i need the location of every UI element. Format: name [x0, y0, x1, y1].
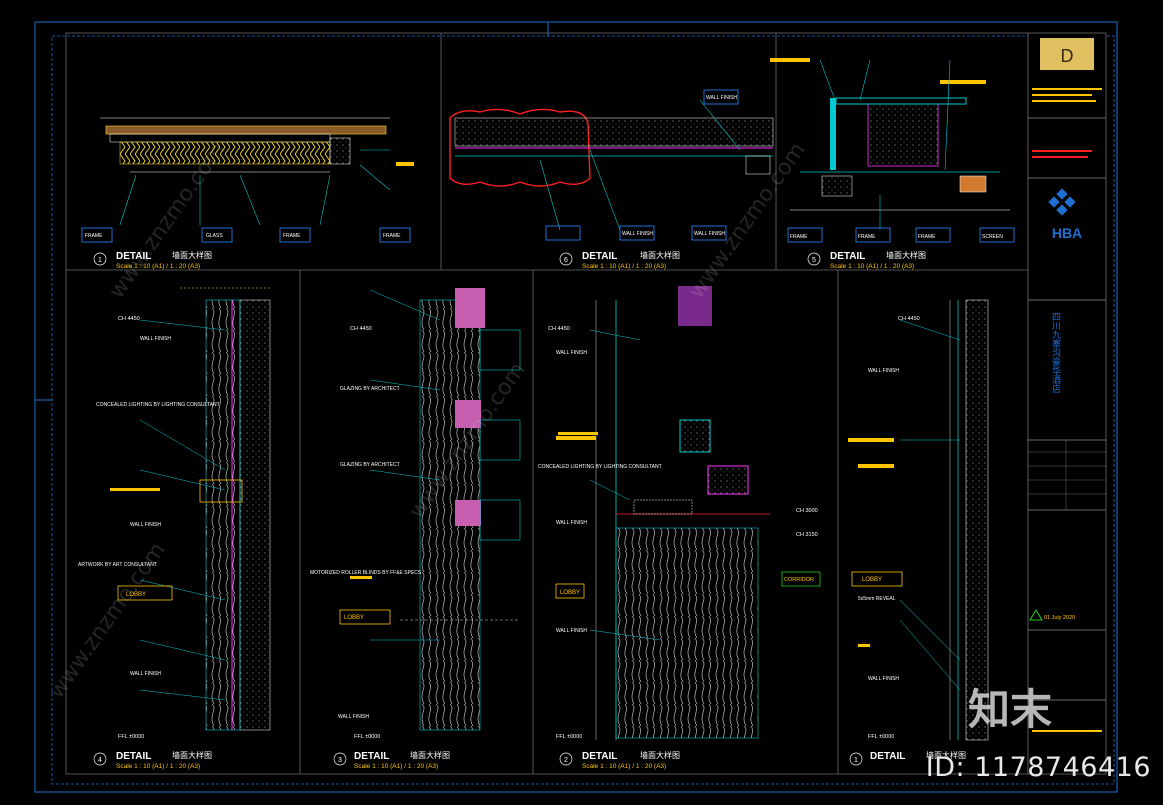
detail-1-tags [81, 227, 411, 243]
room-tag: CORRIDOR [784, 577, 814, 583]
detail-title: DETAIL [870, 751, 905, 762]
detail-title-cn: 墙面大样图 [172, 750, 212, 760]
level-mark: CH 4450 [350, 326, 372, 332]
detail-number: 1 [98, 257, 102, 264]
detail-title: DETAIL [582, 251, 617, 262]
detail-title-cn: 墙面大样图 [640, 250, 680, 260]
room-tag: LOBBY [560, 590, 580, 596]
detail-title: DETAIL [582, 751, 617, 762]
image-id-watermark: ID: 1178746416 [925, 752, 1151, 783]
detail-number: 6 [564, 257, 568, 264]
level-mark: FFL ±0000 [556, 734, 582, 740]
tag-label: SCREEN [982, 234, 1003, 240]
tag-label: FRAME [85, 233, 103, 239]
tag-label: FRAME [858, 234, 876, 240]
annotation-bars [110, 432, 598, 579]
detail-title-cn: 墙面大样图 [886, 250, 926, 260]
project-name: 四川九寨沟豪华酒店 [1051, 312, 1061, 394]
detail-number: 3 [338, 757, 342, 764]
detail-6-ceiling-section [449, 89, 774, 241]
watermark-text: www.znzmo.com [684, 138, 810, 303]
detail-title-cn: 墙面大样图 [410, 750, 450, 760]
tag-label: WALL FINISH [140, 336, 171, 342]
level-mark: FFL ±0000 [118, 734, 144, 740]
detail-title-top-6: 6 DETAIL 墙面大样图 Scale 1 : 10 (A1) / 1 : 2… [559, 250, 680, 270]
detail-title-bottom-4: 4 DETAIL 墙面大样图 Scale 1 : 10 (A1) / 1 : 2… [93, 750, 212, 770]
callout-text: GLAZING BY ARCHITECT [340, 386, 400, 392]
client-logo-letter: D [1061, 46, 1074, 66]
detail-1b-wall-section [848, 299, 989, 741]
tag-label: WALL FINISH [130, 522, 161, 528]
detail-title-cn: 墙面大样图 [640, 750, 680, 760]
detail-title-cn: 墙面大样图 [172, 250, 212, 260]
detail-title-bottom-2: 2 DETAIL 墙面大样图 Scale 1 : 10 (A1) / 1 : 2… [559, 750, 680, 770]
detail-scale: Scale 1 : 10 (A1) / 1 : 20 (A3) [582, 763, 666, 770]
tag-label: WALL FINISH [706, 95, 737, 101]
tag-label: WALL FINISH [556, 520, 587, 526]
callout-text: 5x5mm REVEAL [858, 596, 896, 602]
level-mark: FFL ±0000 [354, 734, 380, 740]
tag-label: FRAME [918, 234, 936, 240]
tag-label: WALL FINISH [868, 676, 899, 682]
detail-scale: Scale 1 : 10 (A1) / 1 : 20 (A3) [354, 763, 438, 770]
level-mark: CH 4450 [118, 316, 140, 322]
tag-label: FRAME [790, 234, 808, 240]
tag-label: WALL FINISH [622, 231, 653, 237]
tag-label: WALL FINISH [130, 671, 161, 677]
level-mark: FFL ±0000 [868, 734, 894, 740]
tag-label: WALL FINISH [868, 368, 899, 374]
tag-label: GLASS [206, 233, 223, 239]
callout-text: MOTORIZED ROLLER BLINDS BY FF&E SPECS [310, 570, 422, 576]
firm-name: HBA [1052, 225, 1082, 241]
level-mark: CH 3000 [796, 508, 818, 514]
detail-number: 1 [854, 757, 858, 764]
detail-1-ceiling-section [100, 117, 414, 226]
level-mark: CH 4450 [898, 316, 920, 322]
detail-2-wall-section [555, 286, 821, 740]
detail-title: DETAIL [116, 751, 151, 762]
level-mark: CH 4450 [548, 326, 570, 332]
revision-date: 01 July 2020 [1044, 615, 1075, 621]
callout-text: CONCEALED LIGHTING BY LIGHTING CONSULTAN… [96, 402, 220, 408]
detail-scale: Scale 1 : 10 (A1) / 1 : 20 (A3) [582, 263, 666, 270]
tag-label: WALL FINISH [338, 714, 369, 720]
title-block [1027, 32, 1107, 775]
callout-text: CONCEALED LIGHTING BY LIGHTING CONSULTAN… [538, 464, 662, 470]
level-mark: CH 3150 [796, 532, 818, 538]
tag-label: FRAME [283, 233, 301, 239]
room-tag: LOBBY [862, 577, 882, 583]
detail-scale: Scale 1 : 10 (A1) / 1 : 20 (A3) [830, 263, 914, 270]
detail-title-bottom-3: 3 DETAIL 墙面大样图 Scale 1 : 10 (A1) / 1 : 2… [333, 750, 450, 770]
room-tag: LOBBY [344, 615, 364, 621]
tag-label: WALL FINISH [556, 350, 587, 356]
detail-title-top-5: 5 DETAIL 墙面大样图 Scale 1 : 10 (A1) / 1 : 2… [807, 250, 926, 270]
detail-number: 4 [98, 757, 102, 764]
detail-scale: Scale 1 : 10 (A1) / 1 : 20 (A3) [116, 763, 200, 770]
detail-number: 5 [812, 257, 816, 264]
detail-4-wall-section [117, 287, 271, 731]
tag-label: WALL FINISH [556, 628, 587, 634]
tag-label: FRAME [383, 233, 401, 239]
detail-title: DETAIL [830, 251, 865, 262]
detail-number: 2 [564, 757, 568, 764]
detail-title: DETAIL [354, 751, 389, 762]
callout-text: GLAZING BY ARCHITECT [340, 462, 400, 468]
watermark-logo: 知末 [968, 685, 1053, 734]
